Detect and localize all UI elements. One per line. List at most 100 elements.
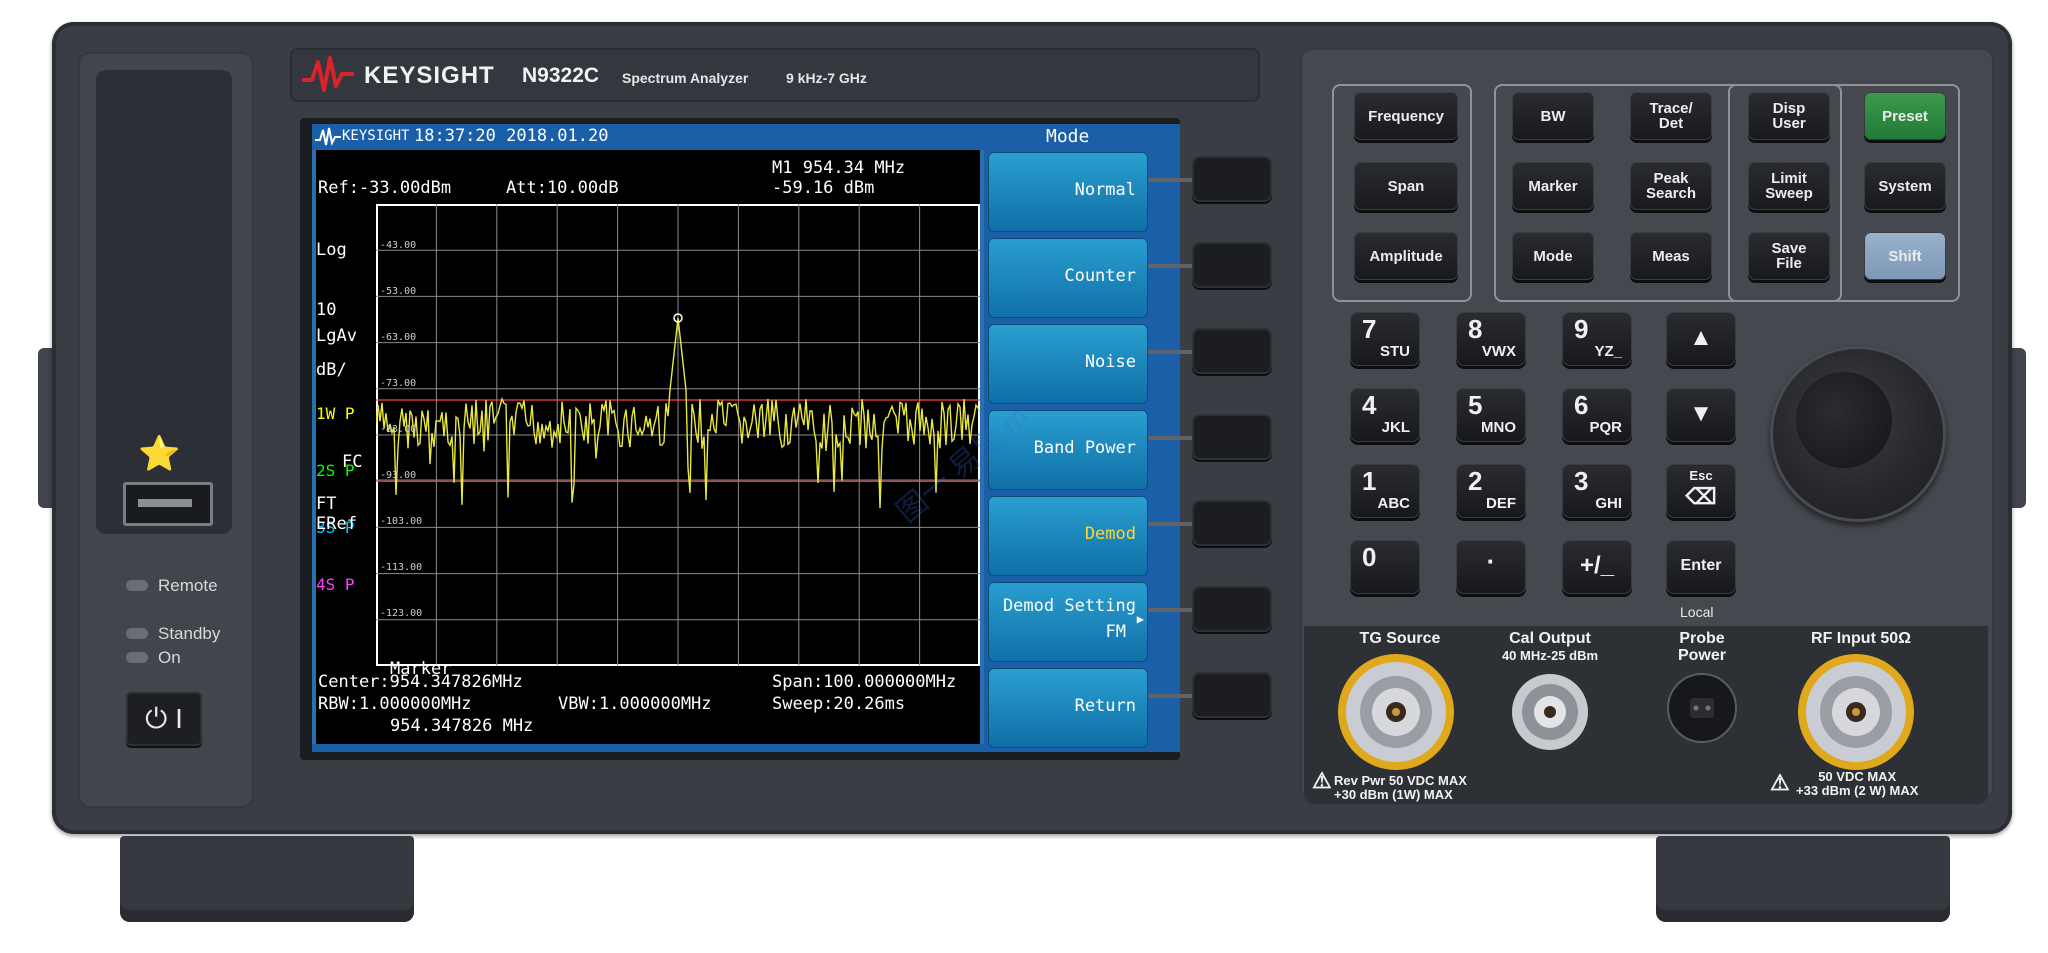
enter-key[interactable]: Enter [1666,540,1736,594]
screen-logo-icon [314,126,342,153]
marker-box-value: 954.347826 MHz [390,716,534,736]
key-letters: ABC [1377,495,1411,512]
hw-softkey-6[interactable] [1192,586,1272,632]
softkey-demod-setting[interactable]: Demod Setting FM ▶ [988,582,1148,662]
softkey-normal[interactable]: Normal [988,152,1148,232]
key-6[interactable]: 6 PQR [1562,388,1632,442]
grid-label: -93.00 [380,470,417,481]
softkey-counter[interactable]: Counter [988,238,1148,318]
key-plus-minus[interactable]: +/_ [1562,540,1632,594]
knob-center [1796,372,1892,468]
tg-source-connector[interactable] [1336,652,1456,772]
on-label: On [158,648,181,667]
hw-softkey-2[interactable] [1192,242,1272,288]
softkey-label: Counter [1064,266,1136,286]
ref-level: Ref:-33.00dBm [318,178,452,198]
key-5[interactable]: 5 MNO [1456,388,1526,442]
warning-icon: ⚠ [1312,768,1332,793]
frequency-key[interactable]: Frequency [1354,92,1458,140]
average-type: LgAv [316,326,357,346]
softkey-noise[interactable]: Noise [988,324,1148,404]
cal-output-connector[interactable] [1510,672,1590,752]
key-8[interactable]: 8 VWX [1456,312,1526,366]
span-key[interactable]: Span [1354,162,1458,210]
sweep-time: Sweep:20.26ms [772,694,906,714]
key-letters: YZ_ [1594,343,1622,360]
remote-led [126,580,148,591]
hw-softkey-5[interactable] [1192,500,1272,546]
hw-softkey-7[interactable] [1192,672,1272,718]
limit-sweep-key[interactable]: Limit Sweep [1748,162,1830,210]
screen-bottom-bar [312,744,984,752]
backspace-icon: ⌫ [1685,484,1717,509]
key-symbol: · [1486,546,1496,576]
grid-label: -103.00 [380,516,423,527]
grid-label: -43.00 [380,240,417,251]
softkey-sublabel: FM [1105,622,1126,642]
frequency-range: 9 kHz-7 GHz [786,70,867,86]
rf-warning: 50 VDC MAX +33 dBm (2 W) MAX [1796,770,1918,798]
trace-det-key[interactable]: Trace/ Det [1630,92,1712,140]
rf-warning-line: +33 dBm (2 W) MAX [1796,783,1919,798]
softkey-connector [1148,694,1192,698]
key-7[interactable]: 7 STU [1350,312,1420,366]
esc-key[interactable]: Esc ⌫ [1666,464,1736,518]
key-letters: MNO [1481,419,1516,436]
key-decimal[interactable]: · [1456,540,1526,594]
cal-output-spec: 40 MHz-25 dBm [1501,648,1599,663]
right-foot [1656,836,1950,922]
arrow-up-icon: ▲ [1689,324,1713,351]
key-0[interactable]: 0 [1350,540,1420,594]
key-digit: 2 [1468,466,1483,496]
center-frequency: Center:954.347826MHz [318,672,523,692]
rf-input-connector[interactable] [1796,652,1916,772]
tg-warning-line: Rev Pwr 50 VDC MAX [1334,773,1467,788]
hw-softkey-3[interactable] [1192,328,1272,374]
hw-softkey-1[interactable] [1192,156,1272,202]
standby-led [126,628,148,639]
submenu-arrow-icon: ▶ [1136,612,1144,626]
tg-source-label: TG Source [1359,630,1441,647]
amplitude-key[interactable]: Amplitude [1354,232,1458,280]
softkey-label: Normal [1074,180,1136,200]
softkey-label: Noise [1084,352,1136,372]
softkey-connector [1148,522,1192,526]
peak-search-key[interactable]: Peak Search [1630,162,1712,210]
power-icon: ⏻ I [145,702,183,734]
usb-port[interactable] [123,482,213,526]
shift-key[interactable]: Shift [1864,232,1946,280]
screen-title-bar [312,124,984,150]
key-symbol: +/_ [1579,552,1615,579]
down-arrow-key[interactable]: ▼ [1666,388,1736,442]
warning-icon: ⚠ [1770,770,1790,795]
system-key[interactable]: System [1864,162,1946,210]
key-4[interactable]: 4 JKL [1350,388,1420,442]
mode-key[interactable]: Mode [1512,232,1594,280]
softkey-connector [1148,178,1192,182]
key-9[interactable]: 9 YZ_ [1562,312,1632,366]
key-3[interactable]: 3 GHI [1562,464,1632,518]
key-digit: 9 [1574,314,1589,344]
meas-key[interactable]: Meas [1630,232,1712,280]
key-1[interactable]: 1 ABC [1350,464,1420,518]
save-file-key[interactable]: Save File [1748,232,1830,280]
preset-key[interactable]: Preset [1864,92,1946,140]
marker-key[interactable]: Marker [1512,162,1594,210]
disp-user-key[interactable]: Disp User [1748,92,1830,140]
product-description: Spectrum Analyzer [622,70,749,86]
trace-1-label: 1W P [316,404,355,423]
grid-label: -83.00 [380,424,417,435]
softkey-demod[interactable]: Demod [988,496,1148,576]
rf-warning-line: 50 VDC MAX [1818,769,1897,784]
rbw-value: RBW:1.000000MHz [318,694,472,714]
up-arrow-key[interactable]: ▲ [1666,312,1736,366]
softkey-return[interactable]: Return [988,668,1148,748]
key-2[interactable]: 2 DEF [1456,464,1526,518]
bw-key[interactable]: BW [1512,92,1594,140]
probe-power-connector[interactable] [1666,672,1738,744]
power-button[interactable]: ⏻ I [126,692,202,746]
softkey-connector [1148,264,1192,268]
grid-amplitude-labels: -43.00 -53.00 -63.00 -73.00 -83.00 -93.0… [378,204,438,664]
left-foot [120,836,414,922]
hw-softkey-4[interactable] [1192,414,1272,460]
